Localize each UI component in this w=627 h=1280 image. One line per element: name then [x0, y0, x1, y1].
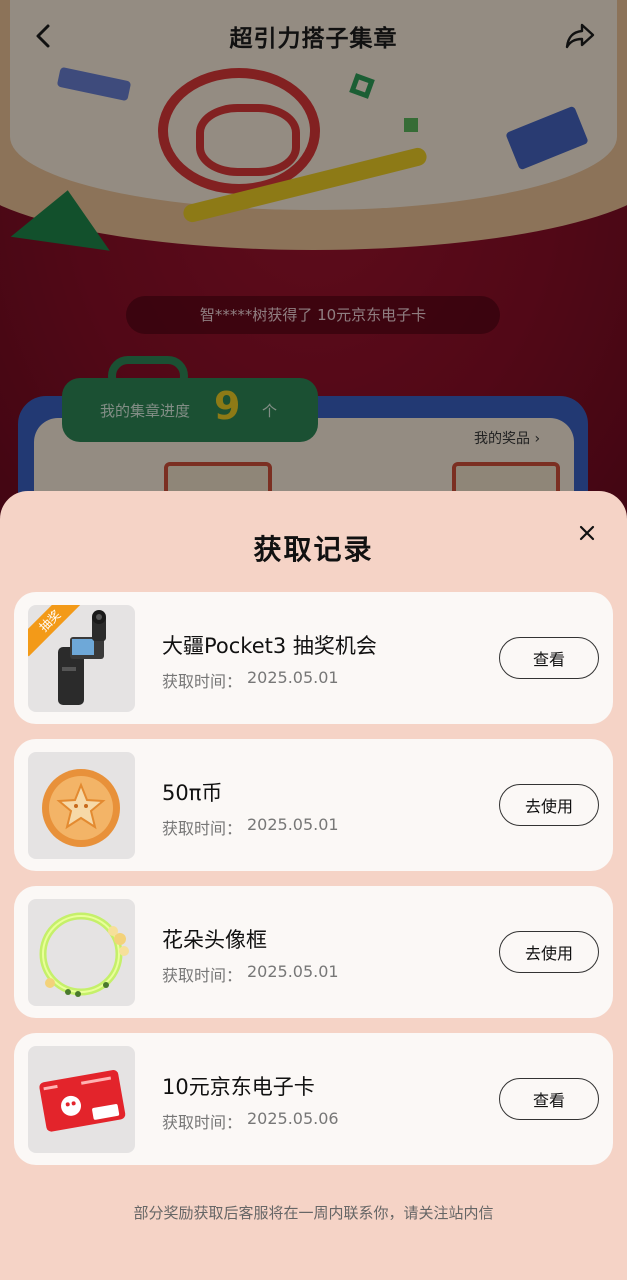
- pi-coin-thumbnail: [28, 752, 135, 859]
- record-name: 50π币: [162, 781, 223, 805]
- sheet-title: 获取记录: [253, 533, 374, 566]
- back-button[interactable]: [22, 14, 66, 58]
- record-time: 2025.05.01: [247, 668, 339, 687]
- coin-icon: [42, 769, 120, 847]
- record-item: 10元京东电子卡 获取时间： 2025.05.06 查看: [14, 1033, 613, 1165]
- record-time: 2025.05.01: [247, 962, 339, 981]
- chevron-left-icon: [36, 24, 50, 48]
- close-button[interactable]: [570, 516, 604, 550]
- gift-card-icon: [39, 1070, 126, 1132]
- record-time-label: 获取时间：: [162, 819, 243, 838]
- record-time: 2025.05.06: [247, 1109, 339, 1128]
- record-name: 花朵头像框: [162, 928, 267, 952]
- record-time-label: 获取时间：: [162, 966, 243, 985]
- record-time: 2025.05.01: [247, 815, 339, 834]
- close-icon: [579, 525, 595, 541]
- record-name: 大疆Pocket3 抽奖机会: [162, 634, 377, 658]
- view-button[interactable]: 查看: [499, 1078, 599, 1120]
- use-button[interactable]: 去使用: [499, 931, 599, 973]
- record-item: 花朵头像框 获取时间： 2025.05.01 去使用: [14, 886, 613, 1018]
- avatar-frame-thumbnail: [28, 899, 135, 1006]
- top-nav-bar: 超引力搭子集章: [0, 0, 627, 72]
- share-icon: [565, 23, 595, 49]
- record-item: 50π币 获取时间： 2025.05.01 去使用: [14, 739, 613, 871]
- jd-card-thumbnail: [28, 1046, 135, 1153]
- page-title: 超引力搭子集章: [229, 26, 398, 52]
- record-time-label: 获取时间：: [162, 1113, 243, 1132]
- record-time-label: 获取时间：: [162, 672, 243, 691]
- use-button[interactable]: 去使用: [499, 784, 599, 826]
- dji-pocket3-thumbnail: 抽奖: [28, 605, 135, 712]
- share-button[interactable]: [558, 14, 602, 58]
- record-item: 抽奖 大疆Pocket3 抽奖机会 获取时间： 2025.05.01 查看: [14, 592, 613, 724]
- view-button[interactable]: 查看: [499, 637, 599, 679]
- record-name: 10元京东电子卡: [162, 1075, 315, 1099]
- flower-frame-icon: [39, 912, 129, 997]
- footer-note: 部分奖励获取后客服将在一周内联系你，请关注站内信: [133, 1204, 494, 1222]
